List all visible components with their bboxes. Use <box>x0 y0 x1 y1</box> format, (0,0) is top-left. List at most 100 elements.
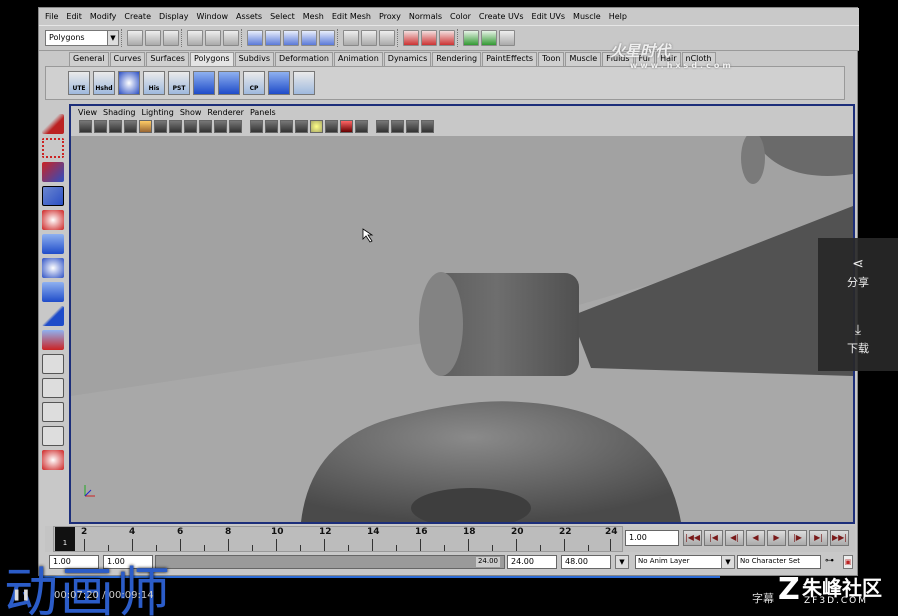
menu-proxy[interactable]: Proxy <box>375 12 405 21</box>
textured-icon[interactable] <box>295 119 308 133</box>
snap-grid-icon[interactable] <box>247 30 263 46</box>
shelf-button-select[interactable] <box>293 71 315 95</box>
new-scene-icon[interactable] <box>127 30 143 46</box>
wireframe-icon[interactable] <box>250 119 263 133</box>
select-object-icon[interactable] <box>205 30 221 46</box>
tab-rendering[interactable]: Rendering <box>432 52 482 66</box>
menu-select[interactable]: Select <box>266 12 299 21</box>
playback-end-field[interactable]: 24.00 <box>507 555 557 569</box>
history-icon[interactable] <box>343 30 359 46</box>
anim-layer-dropdown[interactable]: No Anim Layer <box>635 555 723 569</box>
show-manip-icon[interactable] <box>42 306 64 326</box>
menu-file[interactable]: File <box>41 12 62 21</box>
menu-create[interactable]: Create <box>120 12 155 21</box>
snap-curve-icon[interactable] <box>265 30 281 46</box>
tab-subdivs[interactable]: Subdivs <box>234 52 275 66</box>
panel-menu-renderer[interactable]: Renderer <box>204 108 247 117</box>
bookmarks-icon[interactable] <box>109 119 122 133</box>
tab-muscle[interactable]: Muscle <box>565 52 602 66</box>
menu-edit-uvs[interactable]: Edit UVs <box>528 12 570 21</box>
single-perspective-layout-icon[interactable] <box>42 354 64 374</box>
select-camera-icon[interactable] <box>79 119 92 133</box>
tab-surfaces[interactable]: Surfaces <box>146 52 189 66</box>
shelf-button-his[interactable]: His <box>143 71 165 95</box>
persp-outliner-layout-icon[interactable] <box>42 402 64 422</box>
menu-normals[interactable]: Normals <box>405 12 446 21</box>
open-scene-icon[interactable] <box>145 30 161 46</box>
character-set-dropdown[interactable]: No Character Set <box>737 555 821 569</box>
go-to-end-icon[interactable]: ▶▶| <box>830 530 849 546</box>
menu-display[interactable]: Display <box>155 12 193 21</box>
snap-plane-icon[interactable] <box>301 30 317 46</box>
key-icon[interactable]: ⊶ <box>825 556 834 566</box>
input-ops-icon[interactable] <box>361 30 377 46</box>
persp-graph-layout-icon[interactable] <box>42 426 64 446</box>
select-hierarchy-icon[interactable] <box>187 30 203 46</box>
shelf-button-planar[interactable] <box>218 71 240 95</box>
menu-help[interactable]: Help <box>605 12 631 21</box>
shelf-button-uv[interactable] <box>193 71 215 95</box>
menu-edit-mesh[interactable]: Edit Mesh <box>328 12 375 21</box>
tab-toon[interactable]: Toon <box>538 52 565 66</box>
soft-mod-icon[interactable] <box>42 282 64 302</box>
resolution-gate-icon[interactable] <box>169 119 182 133</box>
end-time-field[interactable]: 48.00 <box>561 555 611 569</box>
field-chart-icon[interactable] <box>199 119 212 133</box>
channel-box-icon[interactable] <box>499 30 515 46</box>
tab-general[interactable]: General <box>69 52 109 66</box>
last-tool-icon[interactable] <box>42 330 64 350</box>
high-quality-icon[interactable] <box>391 119 404 133</box>
use-all-lights-icon[interactable] <box>310 119 323 133</box>
shelf-button-hshd[interactable]: Hshd <box>93 71 115 95</box>
current-frame-field[interactable]: 1.00 <box>625 530 679 546</box>
panel-menu-show[interactable]: Show <box>177 108 205 117</box>
tab-dynamics[interactable]: Dynamics <box>383 52 432 66</box>
gate-mask-icon[interactable] <box>184 119 197 133</box>
play-forwards-icon[interactable]: ▶ <box>767 530 786 546</box>
select-tool-icon[interactable] <box>42 114 64 134</box>
hud-icon[interactable] <box>406 119 419 133</box>
shadows-icon[interactable] <box>325 119 338 133</box>
paint-select-tool-icon[interactable] <box>42 162 64 182</box>
step-forward-frame-icon[interactable]: ▶| <box>809 530 828 546</box>
tab-curves[interactable]: Curves <box>109 52 146 66</box>
shelf-button-ute[interactable]: UTE <box>68 71 90 95</box>
subtitle-button[interactable]: 字幕 <box>752 590 774 606</box>
lasso-tool-icon[interactable] <box>42 138 64 158</box>
step-back-frame-icon[interactable]: |◀ <box>704 530 723 546</box>
chevron-down-icon[interactable]: ▼ <box>615 555 629 569</box>
shelf-button-cube[interactable] <box>268 71 290 95</box>
chevron-down-icon[interactable]: ▼ <box>721 555 735 569</box>
show-grid-icon[interactable] <box>421 119 434 133</box>
menu-set-dropdown[interactable]: Polygons ▼ <box>45 30 119 46</box>
tab-deformation[interactable]: Deformation <box>275 52 333 66</box>
step-back-key-icon[interactable]: ◀| <box>725 530 744 546</box>
shelf-button-cp[interactable]: CP <box>243 71 265 95</box>
xray-icon[interactable] <box>340 119 353 133</box>
grid-icon[interactable] <box>139 119 152 133</box>
select-component-icon[interactable] <box>223 30 239 46</box>
tab-polygons[interactable]: Polygons <box>189 52 234 66</box>
camera-attributes-icon[interactable] <box>94 119 107 133</box>
panel-menu-panels[interactable]: Panels <box>247 108 279 117</box>
play-backwards-icon[interactable]: ◀ <box>746 530 765 546</box>
render-settings-icon[interactable] <box>439 30 455 46</box>
panel-menu-view[interactable]: View <box>75 108 100 117</box>
snap-point-icon[interactable] <box>283 30 299 46</box>
menu-assets[interactable]: Assets <box>232 12 266 21</box>
ipr-render-icon[interactable] <box>421 30 437 46</box>
share-button[interactable]: ⋖ 分享 <box>818 244 898 304</box>
menu-muscle[interactable]: Muscle <box>569 12 605 21</box>
film-gate-icon[interactable] <box>154 119 167 133</box>
menu-mesh[interactable]: Mesh <box>299 12 328 21</box>
tab-animation[interactable]: Animation <box>333 52 383 66</box>
shelf-button-pst[interactable]: PST <box>168 71 190 95</box>
four-view-layout-icon[interactable] <box>42 378 64 398</box>
download-button[interactable]: ⤓ 下载 <box>818 310 898 370</box>
show-attribute-editor-icon[interactable] <box>463 30 479 46</box>
image-plane-icon[interactable] <box>124 119 137 133</box>
menu-create-uvs[interactable]: Create UVs <box>475 12 528 21</box>
isolate-select-icon[interactable] <box>376 119 389 133</box>
menu-modify[interactable]: Modify <box>86 12 121 21</box>
rotate-tool-icon[interactable] <box>42 210 64 230</box>
